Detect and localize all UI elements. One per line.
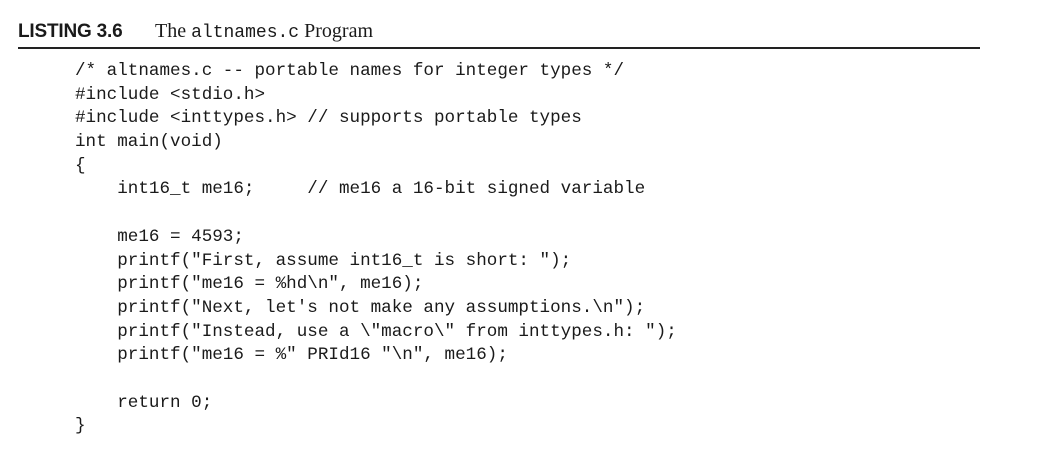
code-line-printf-prid16: printf("me16 = %" PRId16 "\n", me16); <box>75 345 508 366</box>
code-line-declaration: int16_t me16; // me16 a 16-bit signed va… <box>75 179 646 200</box>
code-line-close-brace: } <box>75 416 86 437</box>
code-listing: /* altnames.c -- portable names for inte… <box>75 60 677 439</box>
code-line-open-brace: { <box>75 155 86 176</box>
listing-header: LISTING 3.6 The altnames.c Program <box>18 19 980 49</box>
code-line-main-signature: int main(void) <box>75 132 223 153</box>
listing-title-filename: altnames.c <box>191 23 300 43</box>
code-line-printf-first: printf("First, assume int16_t is short: … <box>75 250 572 271</box>
listing-title-suffix: Program <box>299 20 374 42</box>
listing-title-prefix: The <box>155 20 192 42</box>
listing-title: The altnames.c Program <box>155 20 373 43</box>
code-line-include-stdio: #include <stdio.h> <box>75 84 266 105</box>
code-line-include-inttypes: #include <inttypes.h> // supports portab… <box>75 108 582 129</box>
listing-label: LISTING 3.6 <box>18 21 123 42</box>
code-line-return: return 0; <box>75 392 213 413</box>
code-line-comment: /* altnames.c -- portable names for inte… <box>75 61 625 81</box>
code-line-printf-next: printf("Next, let's not make any assumpt… <box>75 297 646 318</box>
code-line-printf-hd: printf("me16 = %hd\n", me16); <box>75 274 424 295</box>
code-line-assignment: me16 = 4593; <box>75 226 244 247</box>
code-line-printf-instead: printf("Instead, use a \"macro\" from in… <box>75 321 677 342</box>
